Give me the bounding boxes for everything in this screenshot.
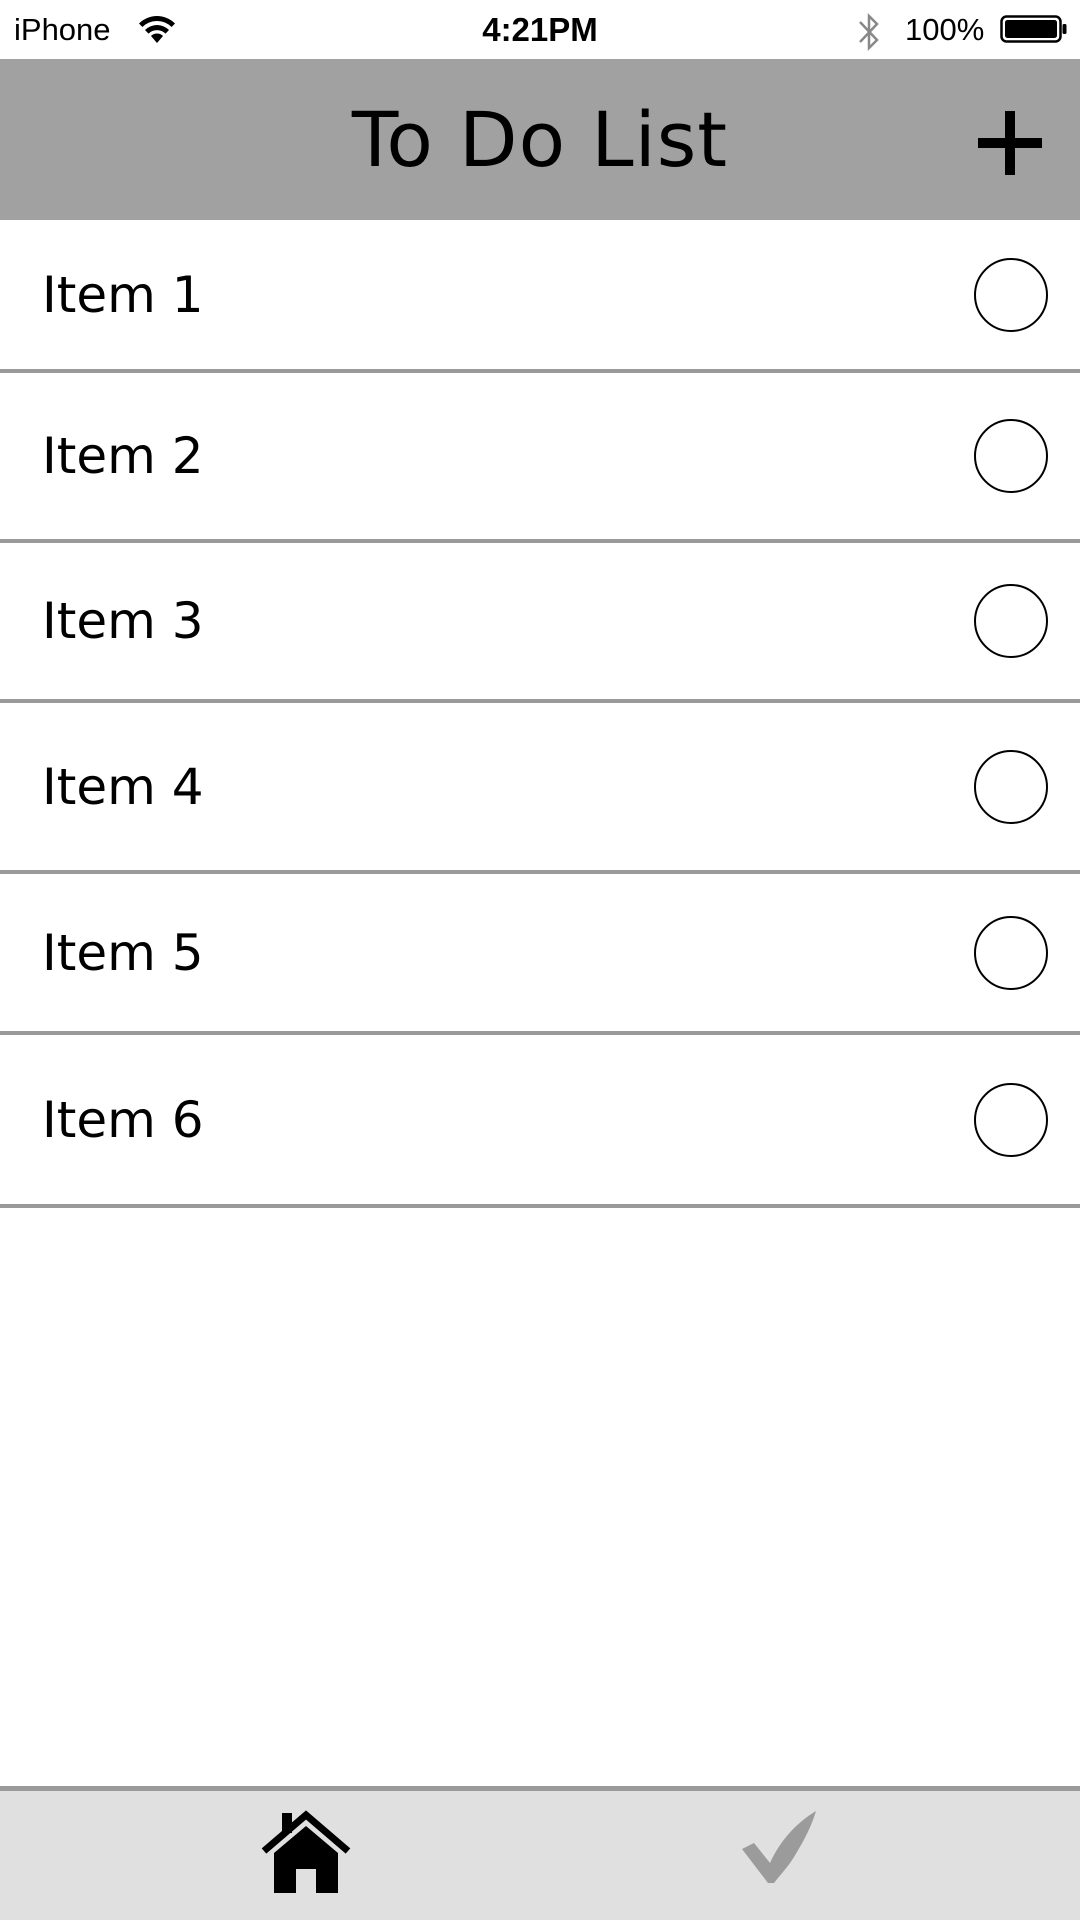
checkmark-icon	[742, 1811, 816, 1883]
item-checkbox[interactable]	[974, 749, 1048, 824]
page-title: To Do List	[351, 95, 729, 184]
home-icon	[261, 1810, 351, 1893]
item-checkbox[interactable]	[974, 584, 1048, 658]
item-checkbox[interactable]	[974, 915, 1048, 990]
item-checkbox[interactable]	[974, 257, 1048, 332]
item-label: Item 2	[42, 427, 204, 485]
list-item[interactable]: Item 4	[0, 703, 1080, 874]
plus-icon	[978, 111, 1042, 175]
item-checkbox[interactable]	[974, 419, 1048, 493]
tab-bar	[0, 1786, 1080, 1920]
item-checkbox[interactable]	[974, 1082, 1048, 1157]
list-item[interactable]: Item 6	[0, 1035, 1080, 1208]
battery-percent: 100%	[905, 12, 985, 47]
item-label: Item 5	[42, 923, 204, 982]
nav-header: To Do List	[0, 59, 1080, 220]
todo-list: Item 1 Item 2 Item 3 Item 4 Item 5 Item …	[0, 220, 1080, 1208]
list-item[interactable]: Item 1	[0, 220, 1080, 373]
tab-home[interactable]	[0, 1791, 540, 1920]
list-item[interactable]: Item 3	[0, 543, 1080, 703]
add-item-button[interactable]	[965, 99, 1055, 189]
bluetooth-icon	[859, 12, 879, 52]
item-label: Item 3	[42, 592, 204, 650]
tab-completed[interactable]	[540, 1791, 1080, 1920]
list-item[interactable]: Item 5	[0, 874, 1080, 1035]
status-bar: iPhone 4:21PM 100%	[0, 0, 1080, 59]
list-item[interactable]: Item 2	[0, 373, 1080, 543]
item-label: Item 6	[42, 1090, 204, 1149]
item-label: Item 1	[42, 265, 204, 324]
battery-icon	[1000, 15, 1067, 43]
item-label: Item 4	[42, 757, 204, 816]
